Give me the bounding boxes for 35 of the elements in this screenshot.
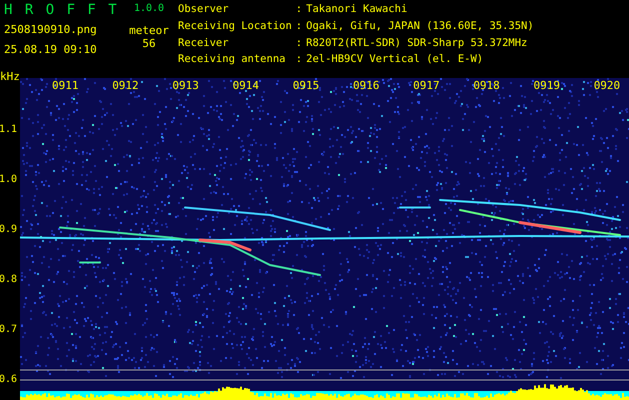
meteor-count: 56 bbox=[142, 37, 156, 50]
frequency-label: 0.7 bbox=[0, 325, 17, 335]
frequency-label: 1.1 bbox=[0, 125, 17, 135]
frequency-label: 1.0 bbox=[0, 175, 17, 185]
time-label: 0912 bbox=[112, 79, 140, 92]
info-value: R820T2(RTL-SDR) SDR-Sharp 53.372MHz bbox=[306, 36, 528, 50]
info-separator: : bbox=[296, 53, 302, 68]
meteor-label: meteor bbox=[129, 24, 169, 37]
info-value: 2el-HB9CV Vertical (el. E-W) bbox=[306, 53, 484, 68]
axis-unit: kHz bbox=[0, 70, 20, 83]
app-title: H R O F F T bbox=[4, 3, 118, 17]
date-time: 25.08.19 09:10 bbox=[4, 43, 98, 56]
info-value: Takanori Kawachi bbox=[306, 3, 408, 17]
info-label: Receiver bbox=[178, 36, 230, 50]
time-label: 0913 bbox=[172, 79, 200, 92]
time-label: 0920 bbox=[594, 79, 622, 92]
info-label: Receiving antenna bbox=[178, 53, 286, 68]
info-separator: : bbox=[296, 36, 302, 50]
info-separator: : bbox=[296, 20, 302, 34]
frequency-label: 0.8 bbox=[0, 275, 17, 285]
frequency-label: 0.9 bbox=[0, 225, 17, 235]
time-label: 0915 bbox=[292, 79, 320, 92]
file-name: 2508190910.png bbox=[4, 23, 98, 36]
version-label: 1.0.0 bbox=[134, 3, 164, 14]
time-label: 0911 bbox=[52, 79, 80, 92]
time-label: 0917 bbox=[413, 79, 441, 92]
frequency-label: 0.6 bbox=[0, 375, 17, 385]
time-label: 0916 bbox=[352, 79, 380, 92]
info-label: Receiving Location bbox=[178, 20, 292, 34]
info-label: Observer bbox=[178, 3, 230, 17]
time-label: 0919 bbox=[534, 79, 561, 92]
info-separator: : bbox=[296, 3, 302, 17]
info-value: Ogaki, Gifu, JAPAN (136.60E, 35.35N) bbox=[306, 20, 534, 34]
time-label: 0914 bbox=[232, 79, 260, 92]
time-label: 0918 bbox=[473, 79, 501, 92]
